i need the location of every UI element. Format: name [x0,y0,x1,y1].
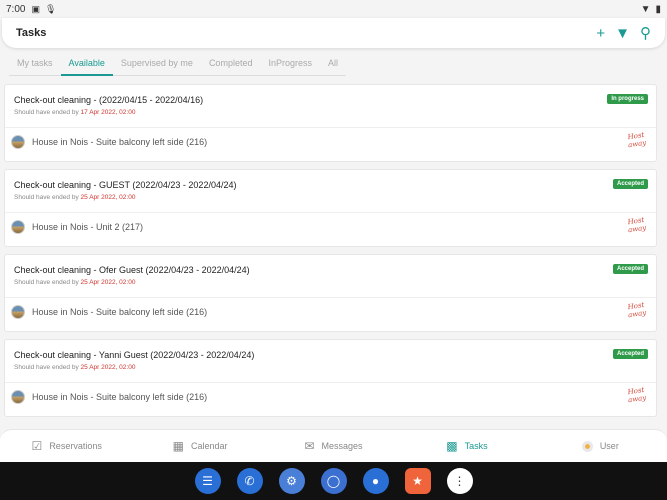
add-icon[interactable]: + [596,26,605,41]
due-prefix: Should have ended by [14,279,79,286]
hostaway-logo: Host away [627,300,647,320]
mic-icon: 🎙 [44,3,57,14]
task-due: Should have ended by 25 Apr 2022, 02:00 [14,364,135,371]
system-status-bar: 7:00 ▣ 🎙 ▼ ▮ [0,0,667,18]
chat-icon: ✉ [304,439,315,453]
briefcase-icon: ▩ [446,439,458,453]
system-dock: ☰ ✆ ⚙ ◯ ● ★ ⋮ [0,462,667,500]
card-divider [5,212,656,213]
due-date: 25 Apr 2022, 02:00 [80,364,136,371]
nav-label: Messages [321,441,363,451]
settings-app-icon[interactable]: ⚙ [278,468,305,494]
nav-user[interactable]: User [534,440,667,452]
tab-my-tasks[interactable]: My tasks [9,52,61,76]
task-card[interactable]: Check-out cleaning - GUEST (2022/04/23 -… [4,169,657,247]
status-badge: Accepted [612,179,648,189]
status-badge: In progress [607,94,648,104]
nav-label: Reservations [49,441,102,451]
task-title: Check-out cleaning - GUEST (2022/04/23 -… [14,180,237,190]
search-icon[interactable]: ⚲ [640,26,651,41]
property-thumbnail-icon [11,390,25,404]
tab-supervised-by-me[interactable]: Supervised by me [113,52,201,76]
task-title: Check-out cleaning - (2022/04/15 - 2022/… [14,95,204,105]
nav-label: Tasks [464,441,488,451]
task-card[interactable]: Check-out cleaning - Yanni Guest (2022/0… [4,339,657,417]
task-title: Check-out cleaning - Ofer Guest (2022/04… [14,265,250,275]
phone-app-icon[interactable]: ✆ [236,468,263,494]
property-thumbnail-icon [11,305,25,319]
hostaway-logo: Host away [627,130,647,150]
tab-inprogress[interactable]: InProgress [260,52,320,76]
due-date: 25 Apr 2022, 02:00 [80,194,136,201]
property-name: House in Nois - Unit 2 (217) [32,222,144,232]
app-bar: Tasks + ▼ ⚲ [2,18,665,48]
status-badge: Accepted [612,349,648,359]
filter-icon[interactable]: ▼ [615,26,630,41]
property-thumbnail-icon [11,220,25,234]
hostaway-logo: Host away [627,385,647,405]
status-badge: Accepted [612,264,648,274]
hostaway-app-icon[interactable]: ★ [404,468,431,494]
nav-calendar[interactable]: ▦ Calendar [133,439,266,453]
task-due: Should have ended by 17 Apr 2022, 02:00 [14,109,135,116]
messages-app-icon[interactable]: ☰ [194,468,221,494]
battery-icon: ▮ [655,3,661,15]
task-due: Should have ended by 25 Apr 2022, 02:00 [14,194,135,201]
due-prefix: Should have ended by [14,194,79,201]
user-avatar-icon [581,440,593,452]
tab-available[interactable]: Available [60,52,113,76]
task-tabs: My tasks Available Supervised by me Comp… [9,52,347,76]
nav-label: Calendar [191,441,228,451]
page-title: Tasks [16,27,47,39]
due-prefix: Should have ended by [14,364,79,371]
wifi-icon: ▼ [640,3,651,15]
task-card[interactable]: Check-out cleaning - Ofer Guest (2022/04… [4,254,657,332]
hostaway-logo: Host away [627,215,647,235]
due-date: 17 Apr 2022, 02:00 [80,109,136,116]
task-due: Should have ended by 25 Apr 2022, 02:00 [14,279,135,286]
card-divider [5,297,656,298]
calendar-icon: ▦ [172,439,185,453]
due-prefix: Should have ended by [14,109,79,116]
property-name: House in Nois - Suite balcony left side … [32,307,208,317]
property-name: House in Nois - Suite balcony left side … [32,137,208,147]
app-drawer-icon[interactable]: ⋮ [446,468,473,494]
tab-completed[interactable]: Completed [201,52,261,76]
nav-messages[interactable]: ✉ Messages [267,439,400,453]
tab-all[interactable]: All [320,52,346,76]
card-divider [5,127,656,128]
browser-app-icon[interactable]: ◯ [320,468,347,494]
notification-icon: ▣ [31,3,40,14]
due-date: 25 Apr 2022, 02:00 [80,279,136,286]
status-time: 7:00 [6,3,26,15]
card-divider [5,382,656,383]
bottom-nav: ☑ Reservations ▦ Calendar ✉ Messages ▩ T… [0,429,667,462]
task-card[interactable]: Check-out cleaning - (2022/04/15 - 2022/… [4,84,657,162]
task-title: Check-out cleaning - Yanni Guest (2022/0… [14,350,255,360]
property-name: House in Nois - Suite balcony left side … [32,392,208,402]
nav-reservations[interactable]: ☑ Reservations [0,439,133,453]
nav-tasks[interactable]: ▩ Tasks [400,439,533,453]
nav-label: User [599,441,619,451]
calendar-check-icon: ☑ [31,439,43,453]
contacts-app-icon[interactable]: ● [362,468,389,494]
property-thumbnail-icon [11,135,25,149]
